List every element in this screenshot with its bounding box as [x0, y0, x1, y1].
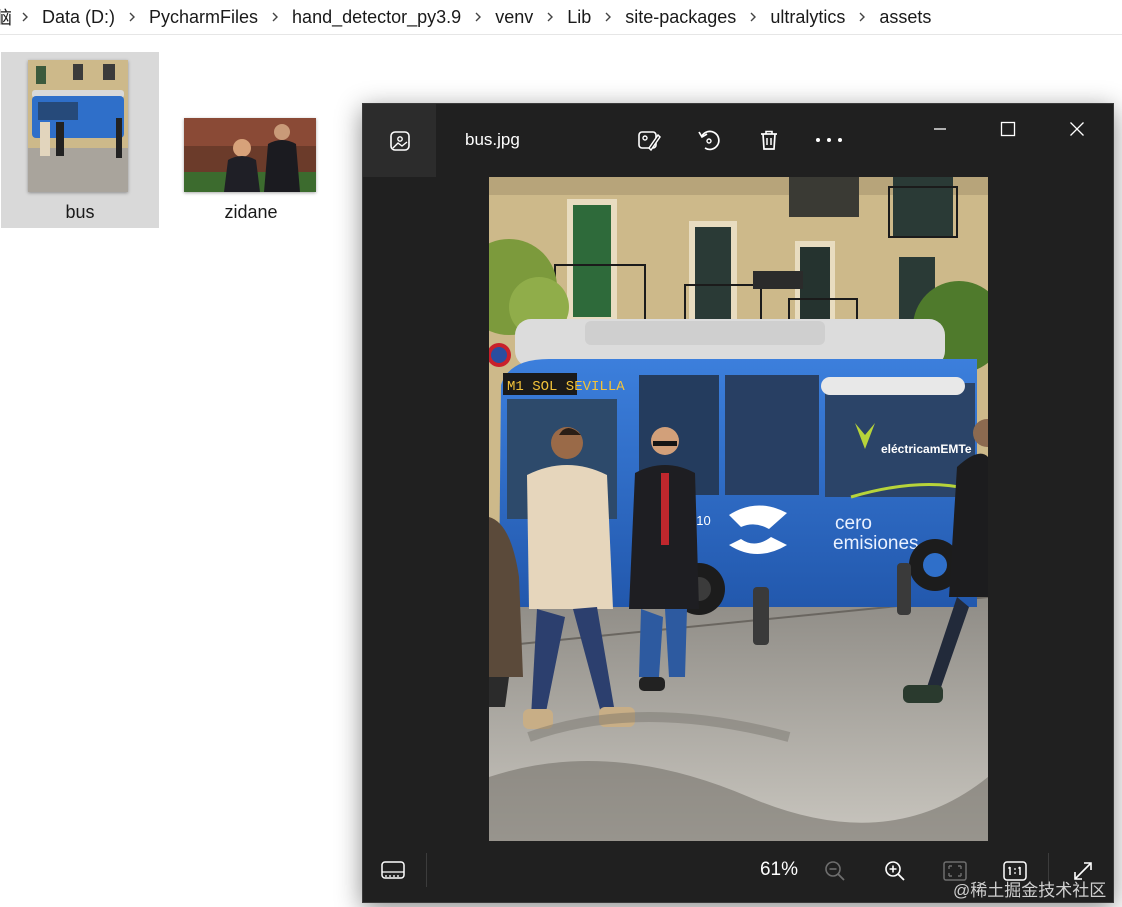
- minimize-icon[interactable]: [915, 112, 965, 146]
- chevron-right-icon[interactable]: [537, 12, 563, 22]
- edit-image-icon[interactable]: [631, 122, 667, 158]
- photo-viewer-window: bus.jpg M1 SOL SEVILLA eléctricamEMTe ce…: [362, 103, 1114, 903]
- photos-app-icon[interactable]: [363, 104, 436, 177]
- zidane-thumbnail: [184, 118, 316, 192]
- rotate-icon[interactable]: [691, 122, 727, 158]
- bus-slogan-line2: emisiones: [833, 533, 919, 554]
- chevron-right-icon[interactable]: [465, 12, 491, 22]
- bottom-bar-divider: [426, 853, 427, 887]
- zoom-in-icon[interactable]: [877, 853, 913, 889]
- breadcrumb-item-hand-detector[interactable]: hand_detector_py3.9: [288, 7, 465, 28]
- maximize-icon[interactable]: [983, 112, 1033, 146]
- file-name-zidane: zidane: [224, 202, 278, 222]
- file-name-bus: bus: [65, 202, 95, 222]
- viewer-title-bar[interactable]: bus.jpg: [363, 104, 1113, 177]
- zoom-out-icon[interactable]: [817, 853, 853, 889]
- chevron-right-icon[interactable]: [119, 12, 145, 22]
- breadcrumb-partial-item[interactable]: 脑: [0, 4, 12, 30]
- delete-icon[interactable]: [751, 122, 787, 158]
- filmstrip-icon[interactable]: [375, 853, 411, 889]
- file-title: bus.jpg: [465, 130, 520, 149]
- chevron-right-icon[interactable]: [740, 12, 766, 22]
- watermark: @稀土掘金技术社区: [953, 881, 1107, 900]
- file-item-bus[interactable]: bus: [1, 52, 159, 228]
- bus-logo-text: eléctricamEMTe: [881, 442, 972, 456]
- chevron-right-icon[interactable]: [12, 12, 38, 22]
- breadcrumb-item-lib[interactable]: Lib: [563, 7, 595, 28]
- bus-thumbnail: [28, 60, 128, 192]
- breadcrumb-item-assets[interactable]: assets: [875, 7, 935, 28]
- breadcrumb-item-site-packages[interactable]: site-packages: [621, 7, 740, 28]
- more-icon[interactable]: [811, 122, 847, 158]
- breadcrumb: 脑 Data (D:) PycharmFiles hand_detector_p…: [0, 0, 1122, 35]
- file-item-zidane[interactable]: zidane: [172, 52, 330, 228]
- breadcrumb-item-ultralytics[interactable]: ultralytics: [766, 7, 849, 28]
- chevron-right-icon[interactable]: [849, 12, 875, 22]
- bus-destination-sign: M1 SOL SEVILLA: [507, 379, 625, 395]
- chevron-right-icon[interactable]: [595, 12, 621, 22]
- breadcrumb-item-data[interactable]: Data (D:): [38, 7, 119, 28]
- bus-slogan-line1: cero: [835, 513, 872, 534]
- zoom-level: 61%: [759, 859, 799, 880]
- displayed-photo[interactable]: M1 SOL SEVILLA eléctricamEMTe cero emisi…: [489, 177, 988, 841]
- close-icon[interactable]: [1052, 112, 1102, 146]
- breadcrumb-item-venv[interactable]: venv: [491, 7, 537, 28]
- breadcrumb-item-pycharmfiles[interactable]: PycharmFiles: [145, 7, 262, 28]
- chevron-right-icon[interactable]: [262, 12, 288, 22]
